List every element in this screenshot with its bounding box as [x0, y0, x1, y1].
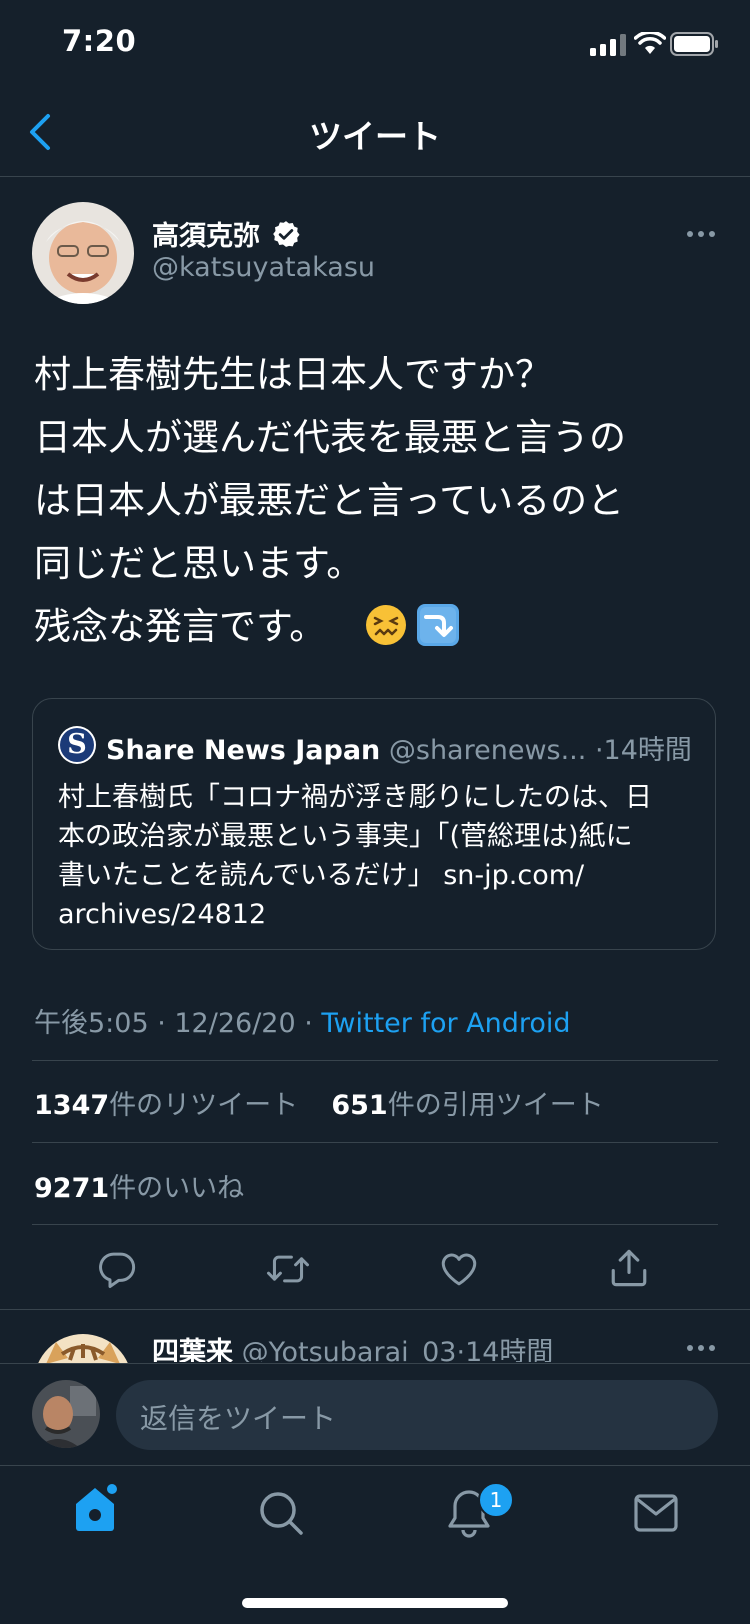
quote-text-line: 書いたことを読んでいるだけ」 sn-jp.com/	[58, 860, 585, 891]
quote-text-line: 村上春樹氏「コロナ禍が浮き彫りにしたのは、日	[58, 782, 652, 813]
battery-icon	[670, 32, 718, 56]
tweet-timestamp: 午後5:05 · 12/26/20 ·	[34, 1008, 322, 1039]
wifi-icon	[634, 32, 666, 54]
reply-time: 14時間	[465, 1337, 554, 1362]
retweet-icon[interactable]	[266, 1248, 310, 1290]
likes-stat[interactable]: 9271件のいいね	[34, 1166, 244, 1205]
reply-author-handle[interactable]: @Yotsubarai_03	[242, 1337, 457, 1362]
divider	[0, 1309, 750, 1310]
verified-badge-icon	[273, 221, 300, 247]
likes-count: 9271	[34, 1173, 110, 1204]
current-user-avatar[interactable]	[32, 1380, 100, 1448]
tweet-source-link[interactable]: Twitter for Android	[321, 1008, 570, 1039]
home-indicator	[242, 1598, 508, 1608]
reply-separator: ·	[456, 1337, 466, 1362]
quote-separator: ·	[594, 735, 604, 766]
quote-text-line: 本の政治家が最悪という事実」「(菅総理は)紙に	[58, 821, 633, 852]
quote-header: Share News Japan @sharenews... ·14時間	[106, 728, 692, 767]
retweets-count: 1347	[34, 1090, 110, 1121]
status-time: 7:20	[62, 24, 137, 58]
tweet-text-last: 残念な発言です。	[34, 605, 327, 648]
home-tab-icon[interactable]	[72, 1482, 122, 1534]
quotes-label: 件の引用ツイート	[387, 1090, 604, 1121]
quote-author-name: Share News Japan	[106, 735, 381, 766]
quote-time: 14時間	[603, 735, 692, 766]
reply-header: 四葉来 @Yotsubarai_03·14時間	[152, 1330, 553, 1362]
author-avatar[interactable]	[32, 202, 134, 304]
engagement-row: 1347件のリツイート 651件の引用ツイート	[34, 1083, 604, 1122]
tweet-meta: 午後5:05 · 12/26/20 · Twitter for Android	[34, 1001, 571, 1040]
tweet-text-line: 残念な発言です。	[34, 595, 326, 658]
tabbar-divider	[0, 1465, 750, 1466]
tweet-text-line: 同じだと思います。	[34, 542, 364, 585]
retweets-stat[interactable]: 1347件のリツイート	[34, 1090, 298, 1121]
reply-avatar[interactable]	[34, 1334, 132, 1364]
search-tab-icon[interactable]	[258, 1490, 304, 1536]
quote-logo-letter: S	[67, 729, 87, 760]
divider	[32, 1224, 718, 1225]
page-title: ツイート	[309, 117, 441, 156]
quotes-stat[interactable]: 651件の引用ツイート	[331, 1090, 603, 1121]
quote-author-handle: @sharenews...	[388, 735, 587, 766]
quote-text-line: archives/24812	[58, 899, 267, 930]
more-options-icon[interactable]	[686, 230, 716, 238]
share-icon[interactable]	[608, 1246, 650, 1290]
confounded-face-emoji-icon	[366, 605, 406, 645]
reply-icon[interactable]	[96, 1248, 138, 1290]
cellular-signal-icon	[590, 34, 626, 56]
arrow-curving-down-emoji-icon	[417, 604, 459, 646]
likes-label: 件のいいね	[109, 1173, 245, 1204]
author-handle[interactable]: @katsuyatakasu	[152, 252, 375, 283]
divider	[32, 1142, 718, 1143]
like-heart-icon[interactable]	[438, 1248, 480, 1290]
author-name[interactable]: 高須克弥	[152, 214, 260, 253]
reply-more-options-icon[interactable]	[686, 1344, 716, 1352]
divider	[32, 1060, 718, 1061]
retweets-label: 件のリツイート	[109, 1090, 299, 1121]
reply-input-placeholder: 返信をツイート	[140, 1402, 337, 1435]
reply-author-name[interactable]: 四葉来	[152, 1337, 233, 1362]
quotes-count: 651	[331, 1090, 388, 1121]
tweet-text-line: は日本人が最悪だと言っているのと	[34, 479, 625, 522]
tweet-text-line: 村上春樹先生は日本人ですか？	[34, 353, 552, 396]
tweet-text-line: 日本人が選んだ代表を最悪と言うの	[34, 416, 626, 459]
messages-tab-icon[interactable]	[634, 1494, 678, 1532]
notification-badge: 1	[478, 1482, 514, 1518]
header-divider	[0, 176, 750, 177]
